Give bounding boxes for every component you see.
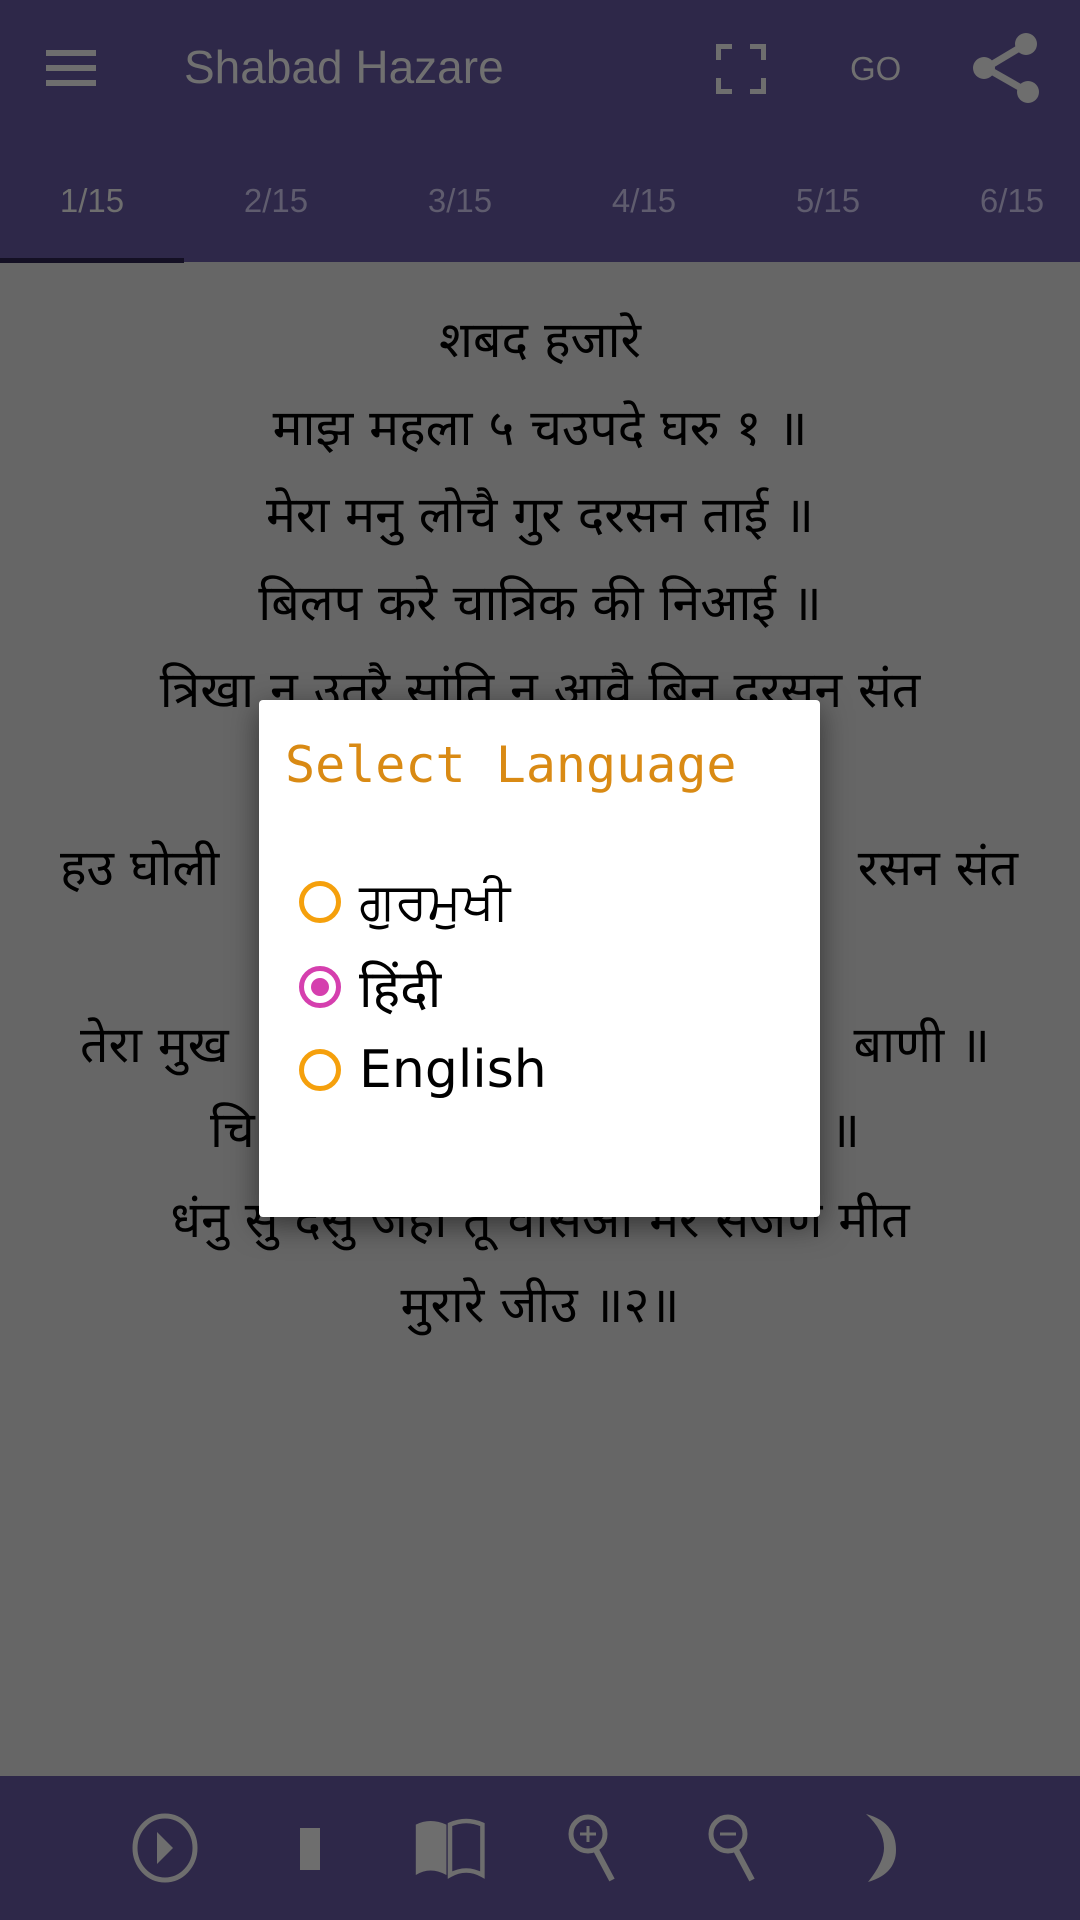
zoom-out-icon[interactable]: [702, 1812, 774, 1884]
share-icon[interactable]: [972, 32, 1042, 104]
tab-6[interactable]: 6/15: [920, 182, 1080, 220]
option-label: हिंदी: [359, 959, 442, 1020]
text-line: मुरारे जीउ ॥२॥: [400, 1276, 680, 1334]
text-line-fragment: चि: [210, 1101, 255, 1159]
go-button[interactable]: GO: [850, 50, 901, 88]
book-icon[interactable]: [414, 1812, 486, 1884]
option-label: ਗੁਰਮੁਖੀ: [359, 871, 511, 932]
tab-3[interactable]: 3/15: [368, 182, 552, 220]
radio-button[interactable]: [299, 1049, 341, 1091]
radio-button[interactable]: [299, 881, 341, 923]
fullscreen-icon[interactable]: [716, 44, 766, 94]
language-option-english[interactable]: English: [299, 1035, 547, 1105]
page-title: Shabad Hazare: [184, 41, 504, 93]
tab-4[interactable]: 4/15: [552, 182, 736, 220]
text-line: शबद हजारे: [438, 311, 642, 369]
language-option-gurmukhi[interactable]: ਗੁਰਮੁਖੀ: [299, 867, 510, 937]
text-line: बिलप करे चात्रिक की निआई ॥: [258, 574, 822, 632]
language-option-hindi[interactable]: हिंदी: [299, 952, 441, 1022]
radio-button-selected[interactable]: [299, 966, 341, 1008]
text-line-fragment: तेरा मुख: [80, 1016, 229, 1074]
chapter-tabs: 1/15 2/15 3/15 4/15 5/15 6/15: [0, 140, 1080, 263]
text-line-fragment: ॥: [830, 1101, 860, 1159]
stop-icon[interactable]: [274, 1812, 346, 1884]
tab-2[interactable]: 2/15: [184, 182, 368, 220]
text-line: माझ महला ५ चउपदे घरु १ ॥: [272, 399, 808, 457]
text-line-fragment: बाणी ॥: [853, 1016, 990, 1074]
menu-icon[interactable]: [46, 50, 96, 90]
tab-1[interactable]: 1/15: [0, 182, 184, 220]
dialog-title: Select Language: [285, 736, 737, 794]
app-bar: Shabad Hazare GO 1/15 2/15 3/15 4/15 5/1…: [0, 0, 1080, 263]
text-line: मेरा मनु लोचै गुर दरसन ताई ॥: [265, 486, 814, 544]
select-language-dialog: Select Language ਗੁਰਮੁਖੀ हिंदी English: [259, 700, 820, 1217]
play-icon[interactable]: [129, 1812, 201, 1884]
option-label: English: [359, 1040, 547, 1100]
night-mode-icon[interactable]: [850, 1812, 922, 1884]
zoom-in-icon[interactable]: [562, 1812, 634, 1884]
tab-5[interactable]: 5/15: [736, 182, 920, 220]
text-line-fragment: हउ घोली: [60, 839, 220, 897]
text-line-fragment: रसन संत: [857, 839, 1018, 897]
bottom-toolbar: [0, 1776, 1080, 1920]
